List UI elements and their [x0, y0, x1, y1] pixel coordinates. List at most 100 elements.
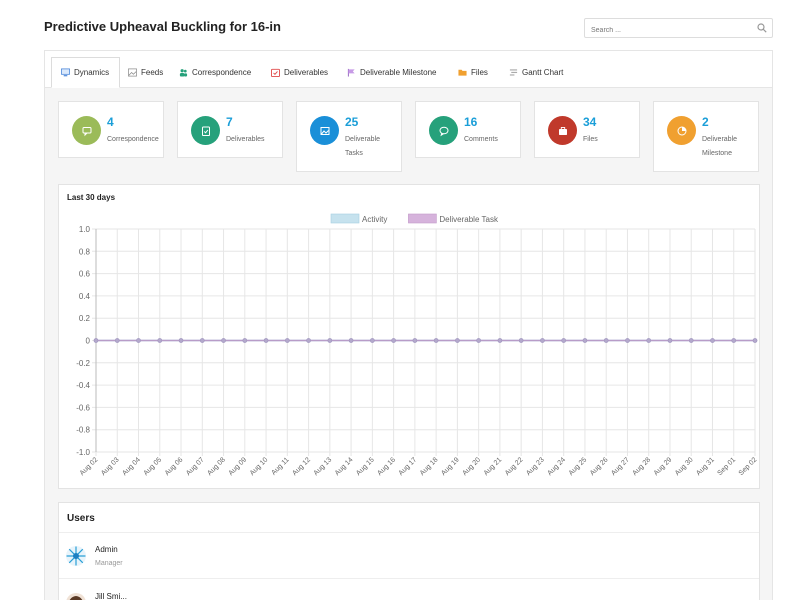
- stat-label: Correspondence: [107, 136, 159, 143]
- data-point: [157, 338, 163, 343]
- x-tick-label: Aug 13: [313, 456, 334, 477]
- x-tick-label: Aug 19: [440, 456, 461, 477]
- x-tick-label: Aug 10: [249, 456, 270, 477]
- stat-card-deliverable-milestone[interactable]: 2 Deliverable Milestone: [653, 101, 759, 172]
- tab-correspondence[interactable]: Correspondence: [179, 58, 251, 87]
- user-name[interactable]: Admin: [95, 545, 118, 554]
- data-point: [433, 338, 439, 343]
- stat-icon-circle: [429, 116, 458, 145]
- x-tick-label: Aug 12: [291, 456, 312, 477]
- stat-icon-circle: [72, 116, 101, 145]
- people-icon: [179, 69, 188, 77]
- avatar: [66, 593, 86, 600]
- x-tick-label: Aug 15: [355, 456, 376, 477]
- data-point: [114, 338, 120, 343]
- x-tick-label: Aug 22: [504, 456, 525, 477]
- tab-label: Dynamics: [74, 68, 110, 77]
- x-tick-label: Aug 08: [206, 456, 227, 477]
- data-point: [646, 338, 652, 343]
- data-point: [327, 338, 333, 343]
- page-title: Predictive Upheaval Buckling for 16-in: [44, 19, 281, 34]
- search-input[interactable]: [585, 21, 745, 40]
- legend-label: Activity: [362, 215, 387, 224]
- tab-deliverables[interactable]: Deliverables: [271, 58, 328, 87]
- stat-card-deliverable-tasks[interactable]: 25 Deliverable Tasks: [296, 101, 402, 172]
- data-point: [476, 338, 481, 343]
- stat-card-files[interactable]: 34 Files: [534, 101, 640, 158]
- stat-value: 16: [464, 115, 478, 129]
- data-point: [136, 338, 141, 343]
- legend-swatch: [330, 213, 360, 224]
- tab-label: Correspondence: [192, 68, 252, 77]
- data-point: [518, 338, 524, 343]
- users-title: Users: [67, 513, 95, 524]
- y-tick-label: -1.0: [76, 448, 90, 457]
- x-tick-label: Aug 11: [270, 456, 290, 476]
- monitor-icon: [61, 68, 70, 77]
- data-point: [263, 338, 269, 343]
- data-point: [497, 338, 503, 343]
- tab-files[interactable]: Files: [458, 58, 488, 87]
- list-icon: [509, 69, 518, 76]
- tab-bar: Dynamics Feeds Correspondence Deliverabl…: [45, 51, 772, 88]
- user-name[interactable]: Jill Smi...: [95, 592, 127, 600]
- stat-label: Deliverable Tasks: [345, 136, 381, 157]
- x-tick-label: Aug 09: [228, 456, 249, 477]
- x-tick-label: Aug 29: [653, 456, 674, 477]
- data-point: [306, 338, 311, 343]
- image-icon: [320, 126, 329, 135]
- x-tick-label: Aug 31: [695, 456, 716, 477]
- data-point: [178, 338, 184, 343]
- x-tick-label: Aug 17: [398, 456, 419, 477]
- x-tick-label: Aug 18: [419, 456, 440, 477]
- user-role: Manager: [95, 560, 123, 567]
- search-box[interactable]: [584, 18, 773, 40]
- stat-card-comments[interactable]: 16 Comments: [415, 101, 521, 158]
- y-tick-label: 0.6: [79, 270, 91, 279]
- stat-value: 25: [345, 115, 359, 129]
- x-tick-label: Aug 26: [589, 456, 610, 477]
- data-point: [731, 338, 737, 343]
- data-point: [370, 338, 375, 343]
- stat-icon-circle: [310, 116, 339, 145]
- x-tick-label: Aug 28: [631, 456, 652, 477]
- stat-label: Files: [583, 136, 598, 143]
- data-point: [688, 338, 694, 343]
- stat-value: 34: [583, 115, 597, 129]
- data-point: [199, 338, 205, 343]
- tab-deliverable-milestone[interactable]: Deliverable Milestone: [347, 58, 436, 87]
- y-tick-label: -0.2: [76, 359, 90, 368]
- tab-gantt-chart[interactable]: Gantt Chart: [509, 58, 563, 87]
- tab-label: Gantt Chart: [522, 68, 564, 77]
- y-tick-label: 0.4: [79, 292, 91, 301]
- search-icon[interactable]: [757, 23, 767, 33]
- legend-swatch: [408, 213, 437, 224]
- pie-icon: [677, 126, 686, 135]
- data-point: [667, 338, 673, 343]
- data-point: [285, 338, 290, 343]
- clipboard-check-icon: [201, 126, 210, 136]
- data-point: [221, 338, 226, 343]
- tab-dynamics[interactable]: Dynamics: [51, 57, 120, 88]
- user-row[interactable]: Jill Smi...: [59, 580, 759, 600]
- chat-icon: [82, 126, 91, 136]
- tab-label: Feeds: [141, 68, 164, 77]
- stat-value: 2: [702, 115, 709, 129]
- tab-feeds[interactable]: Feeds: [128, 58, 163, 87]
- x-tick-label: Aug 24: [546, 456, 567, 477]
- stat-label: Deliverable Milestone: [702, 136, 738, 157]
- data-point: [412, 338, 418, 343]
- stat-card-deliverables[interactable]: 7 Deliverables: [177, 101, 283, 158]
- x-tick-label: Aug 07: [185, 456, 206, 477]
- stat-card-correspondence[interactable]: 4 Correspondence: [58, 101, 164, 158]
- briefcase-icon: [558, 126, 567, 135]
- y-tick-label: 0.2: [79, 314, 91, 323]
- x-tick-label: Aug 30: [674, 456, 695, 477]
- user-row[interactable]: Admin Manager: [59, 533, 759, 579]
- x-tick-label: Aug 21: [483, 456, 504, 477]
- stat-icon-circle: [667, 116, 696, 145]
- activity-chart: 1.00.80.60.40.20-0.2-0.4-0.6-0.8-1.0Aug …: [76, 213, 758, 477]
- tab-label: Files: [471, 68, 488, 77]
- x-tick-label: Aug 05: [143, 456, 164, 477]
- y-tick-label: 0: [86, 337, 91, 346]
